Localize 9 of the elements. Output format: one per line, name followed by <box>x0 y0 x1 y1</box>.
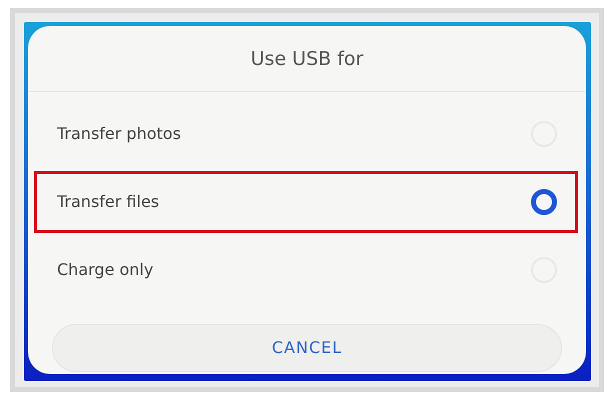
option-label: Transfer files <box>57 190 160 212</box>
radio-button[interactable] <box>531 188 557 214</box>
highlighted-option-row[interactable]: Transfer files <box>34 170 578 232</box>
option-row[interactable]: Charge only <box>34 238 578 300</box>
option-label: Charge only <box>57 258 154 280</box>
option-label: Transfer photos <box>57 122 181 144</box>
dialog-title: Use USB for <box>28 26 586 92</box>
cancel-button[interactable]: CANCEL <box>52 324 562 372</box>
option-row[interactable]: Transfer photos <box>34 102 578 164</box>
